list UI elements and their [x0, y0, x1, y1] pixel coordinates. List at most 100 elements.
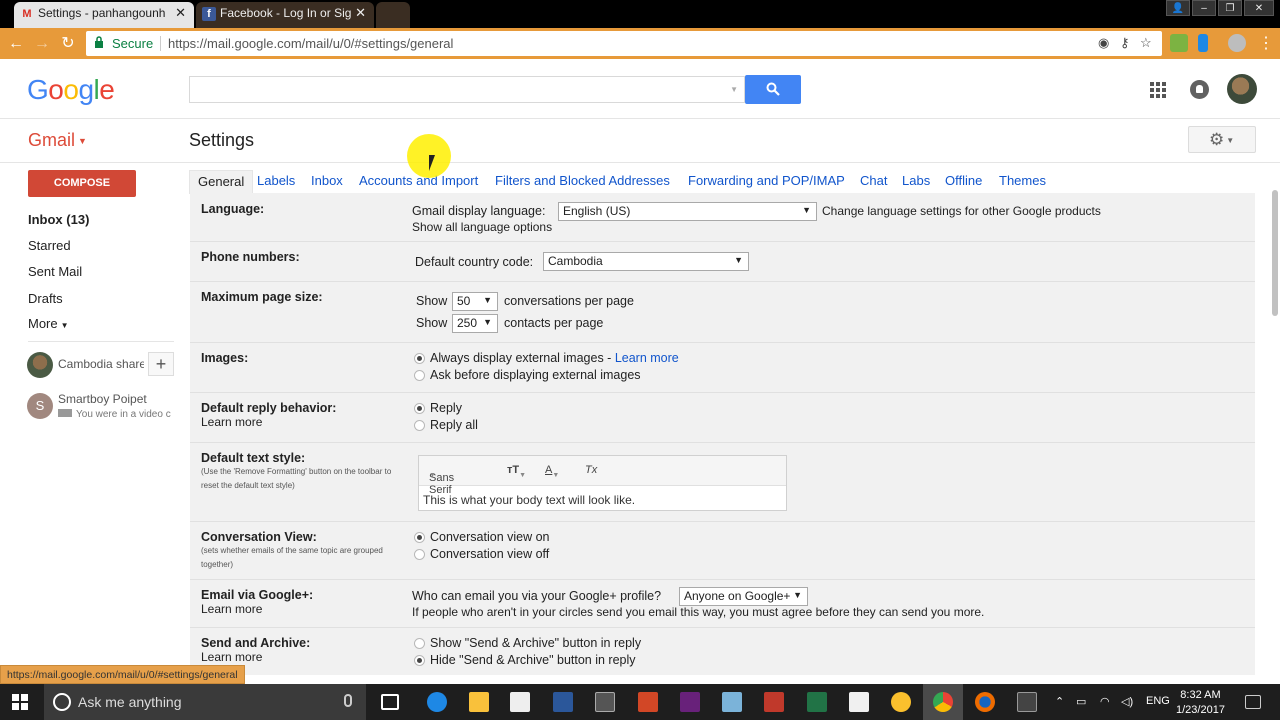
- nav-more[interactable]: More ▼: [28, 316, 69, 331]
- minimize-icon[interactable]: –: [1192, 0, 1216, 16]
- notifications-icon[interactable]: [1190, 80, 1209, 99]
- scrollbar[interactable]: [1272, 190, 1278, 316]
- show-all-languages-link[interactable]: Show all language options: [412, 220, 552, 234]
- learn-more-link[interactable]: Learn more: [201, 650, 262, 664]
- tab-forwarding[interactable]: Forwarding and POP/IMAP: [680, 170, 853, 194]
- nav-inbox[interactable]: Inbox (13): [28, 212, 89, 227]
- radio-reply[interactable]: [414, 403, 425, 414]
- key-icon[interactable]: ⚷: [1120, 35, 1130, 51]
- apps-grid-icon[interactable]: [1150, 82, 1166, 98]
- tab-offline[interactable]: Offline: [937, 170, 990, 194]
- access-icon[interactable]: [764, 692, 784, 712]
- browser-tab-facebook[interactable]: f Facebook - Log In or Sig ✕: [196, 2, 374, 28]
- cortana-search[interactable]: Ask me anything: [44, 684, 366, 720]
- app-icon[interactable]: [595, 692, 615, 712]
- windows-start-icon[interactable]: [12, 694, 28, 710]
- file-explorer-icon[interactable]: [469, 692, 489, 712]
- chrome-icon[interactable]: [933, 692, 953, 712]
- tab-filters[interactable]: Filters and Blocked Addresses: [487, 170, 678, 194]
- radio-conversation-on[interactable]: [414, 532, 425, 543]
- app-icon[interactable]: [891, 692, 911, 712]
- learn-more-link[interactable]: Learn more: [201, 602, 262, 616]
- app-icon[interactable]: [849, 692, 869, 712]
- tab-labs[interactable]: Labs: [894, 170, 938, 194]
- nav-drafts[interactable]: Drafts: [28, 291, 63, 306]
- search-options-icon[interactable]: ▼: [730, 85, 738, 94]
- learn-more-link[interactable]: Learn more: [615, 351, 679, 365]
- close-window-icon[interactable]: ✕: [1244, 0, 1274, 16]
- contacts-per-page-select[interactable]: 250 ▼: [452, 314, 498, 333]
- microphone-icon[interactable]: [344, 694, 352, 707]
- settings-gear-button[interactable]: ⚙ ▼: [1188, 126, 1256, 153]
- gmail-menu[interactable]: Gmail ▼: [28, 130, 87, 151]
- edge-icon[interactable]: [427, 692, 447, 712]
- visual-studio-icon[interactable]: [680, 692, 700, 712]
- profile-icon[interactable]: 👤: [1166, 0, 1190, 16]
- address-bar[interactable]: Secure https://mail.google.com/mail/u/0/…: [86, 31, 1162, 56]
- wifi-icon[interactable]: ◠: [1100, 695, 1110, 708]
- app-icon[interactable]: [722, 692, 742, 712]
- text-style-editor[interactable]: Sans Serif ▼ ᴛT ▼ A ▼ Tx This is what yo…: [418, 455, 787, 511]
- language-select[interactable]: English (US) ▼: [558, 202, 817, 221]
- avatar[interactable]: [27, 352, 53, 378]
- forward-icon[interactable]: →: [32, 34, 52, 54]
- tab-inbox[interactable]: Inbox: [303, 170, 351, 194]
- compose-button[interactable]: COMPOSE: [28, 170, 136, 197]
- change-language-link[interactable]: Change language settings for other Googl…: [822, 204, 1101, 218]
- radio-ask-before[interactable]: [414, 370, 425, 381]
- reload-icon[interactable]: ↻: [58, 34, 78, 54]
- extension-icon[interactable]: [1228, 34, 1246, 52]
- add-hangout-icon[interactable]: +: [148, 352, 174, 376]
- powerpoint-icon[interactable]: [638, 692, 658, 712]
- close-tab-icon[interactable]: ✕: [355, 5, 366, 21]
- store-icon[interactable]: [510, 692, 530, 712]
- firefox-icon[interactable]: [975, 692, 995, 712]
- action-center-icon[interactable]: [1245, 695, 1261, 709]
- language-indicator[interactable]: ENG: [1146, 695, 1170, 707]
- radio-conversation-off[interactable]: [414, 549, 425, 560]
- secure-label: Secure: [112, 36, 154, 51]
- nav-starred[interactable]: Starred: [28, 238, 71, 253]
- radio-always-display[interactable]: [414, 353, 425, 364]
- star-icon[interactable]: ☆: [1140, 35, 1152, 51]
- tab-general[interactable]: General: [189, 170, 254, 194]
- tray-chevron-up-icon[interactable]: ⌃: [1055, 695, 1064, 708]
- browser-tab-gmail[interactable]: M Settings - panhangounh ✕: [14, 2, 194, 28]
- learn-more-link[interactable]: Learn more: [201, 415, 262, 429]
- hangout-contact-name[interactable]: Cambodia share: [58, 357, 144, 371]
- extension-icon[interactable]: [1170, 34, 1188, 52]
- avatar[interactable]: S: [27, 393, 53, 419]
- tab-themes[interactable]: Themes: [991, 170, 1054, 194]
- radio-reply-all[interactable]: [414, 420, 425, 431]
- restore-icon[interactable]: ❐: [1218, 0, 1242, 16]
- battery-icon[interactable]: ▭: [1076, 695, 1086, 708]
- search-button[interactable]: [745, 75, 801, 104]
- font-size-icon[interactable]: ᴛT ▼: [507, 464, 526, 479]
- search-input[interactable]: ▼: [189, 76, 745, 103]
- radio-hide-send-archive[interactable]: [414, 655, 425, 666]
- country-select[interactable]: Cambodia ▼: [543, 252, 749, 271]
- tab-labels[interactable]: Labels: [249, 170, 303, 194]
- gplus-select[interactable]: Anyone on Google+ ▼: [679, 587, 808, 606]
- hangout-contact-name[interactable]: Smartboy Poipet: [58, 392, 174, 406]
- text-color-icon[interactable]: A ▼: [545, 464, 559, 479]
- back-icon[interactable]: ←: [6, 34, 26, 54]
- volume-icon[interactable]: ◁): [1121, 695, 1133, 708]
- google-logo[interactable]: Google: [27, 74, 115, 106]
- radio-show-send-archive[interactable]: [414, 638, 425, 649]
- extension-icon[interactable]: [1198, 34, 1208, 52]
- close-tab-icon[interactable]: ✕: [175, 5, 186, 21]
- task-view-icon[interactable]: [381, 694, 399, 710]
- nav-sent-mail[interactable]: Sent Mail: [28, 264, 82, 279]
- remove-formatting-icon[interactable]: Tx: [585, 464, 597, 476]
- menu-icon[interactable]: ⋮: [1256, 34, 1276, 54]
- word-icon[interactable]: [553, 692, 573, 712]
- tab-chat[interactable]: Chat: [852, 170, 895, 194]
- avatar[interactable]: [1227, 74, 1257, 104]
- app-icon[interactable]: [1017, 692, 1037, 712]
- clock[interactable]: 8:32 AM 1/23/2017: [1176, 688, 1225, 718]
- new-tab-button[interactable]: [376, 2, 410, 28]
- conversations-per-page-select[interactable]: 50 ▼: [452, 292, 498, 311]
- excel-icon[interactable]: [807, 692, 827, 712]
- eye-icon[interactable]: ◉: [1098, 35, 1109, 51]
